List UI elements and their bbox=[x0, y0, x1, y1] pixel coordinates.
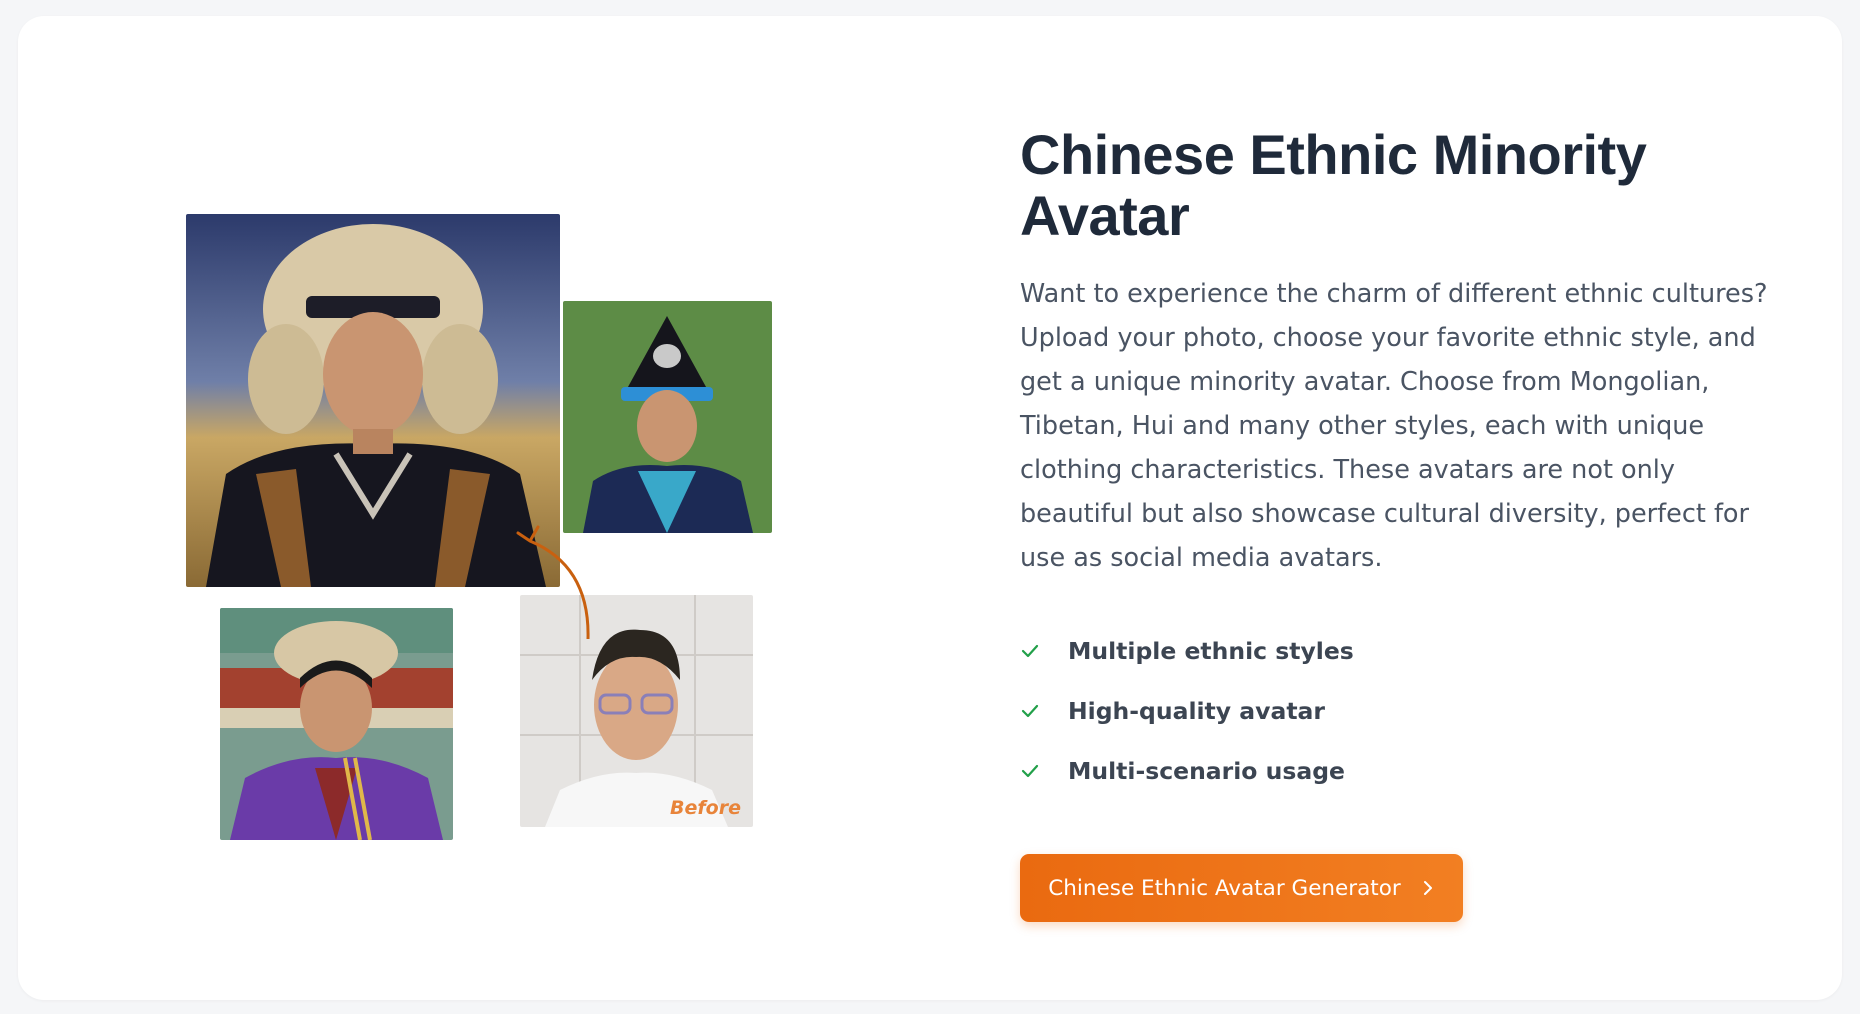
check-icon bbox=[1020, 763, 1050, 779]
feature-card: Before Chinese Ethnic Minority Avatar Wa… bbox=[18, 16, 1842, 1000]
feature-item: High-quality avatar bbox=[1020, 681, 1354, 741]
feature-label: Multi-scenario usage bbox=[1068, 757, 1345, 785]
mongolian-avatar-image bbox=[186, 214, 560, 587]
ethnic-hat-avatar-image bbox=[563, 301, 772, 533]
ethnic-avatar-generator-button[interactable]: Chinese Ethnic Avatar Generator bbox=[1020, 854, 1463, 922]
feature-label: High-quality avatar bbox=[1068, 697, 1325, 725]
tibetan-avatar-image bbox=[220, 608, 453, 840]
before-label: Before bbox=[670, 797, 741, 819]
section-title: Chinese Ethnic Minority Avatar bbox=[1020, 123, 1647, 247]
feature-item: Multiple ethnic styles bbox=[1020, 621, 1354, 681]
feature-label: Multiple ethnic styles bbox=[1068, 637, 1354, 665]
feature-item: Multi-scenario usage bbox=[1020, 741, 1354, 801]
curved-arrow-icon bbox=[516, 525, 590, 640]
chevron-right-icon bbox=[1423, 881, 1432, 895]
check-icon bbox=[1020, 643, 1050, 659]
section-description: Want to experience the charm of differen… bbox=[1020, 279, 1768, 573]
feature-list: Multiple ethnic styles High-quality avat… bbox=[1020, 621, 1354, 801]
check-icon bbox=[1020, 703, 1050, 719]
cta-label: Chinese Ethnic Avatar Generator bbox=[1048, 875, 1401, 901]
